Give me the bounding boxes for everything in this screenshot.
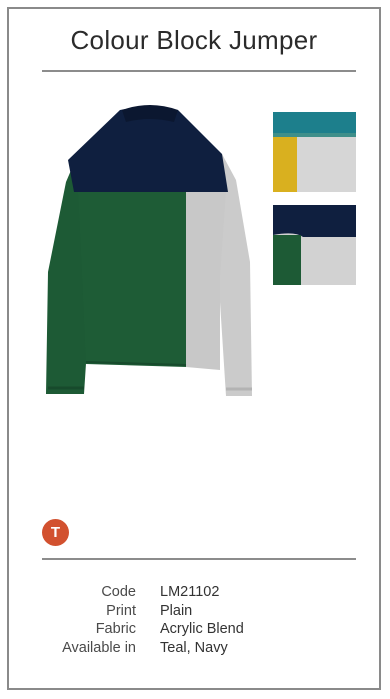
fabric-swatch-teal-icon[interactable] [273, 112, 356, 192]
spec-value: Acrylic Blend [160, 621, 244, 637]
spec-label: Fabric [95, 621, 136, 637]
spec-label: Code [101, 584, 136, 600]
spec-value: LM21102 [160, 584, 220, 600]
spec-row-print: Print Plain [32, 602, 244, 621]
spec-row-available-in: Available in Teal, Navy [32, 639, 244, 658]
product-card: Colour Block Jumper T Code LM21102 Print… [7, 7, 381, 690]
product-title: Colour Block Jumper [70, 25, 318, 55]
spec-list: Code LM21102 Print Plain Fabric Acrylic … [32, 583, 244, 657]
title-divider [42, 70, 356, 72]
spec-row-code: Code LM21102 [32, 583, 244, 602]
specs-divider [42, 558, 356, 560]
jumper-image[interactable] [38, 102, 262, 402]
spec-value: Plain [160, 602, 193, 619]
t-badge: T [42, 519, 69, 546]
spec-value: Teal, Navy [160, 639, 228, 656]
spec-label: Available in [62, 639, 136, 656]
spec-row-fabric: Fabric Acrylic Blend [32, 620, 244, 639]
fabric-swatch-navy-icon[interactable] [273, 205, 356, 285]
spec-label: Print [106, 602, 136, 619]
